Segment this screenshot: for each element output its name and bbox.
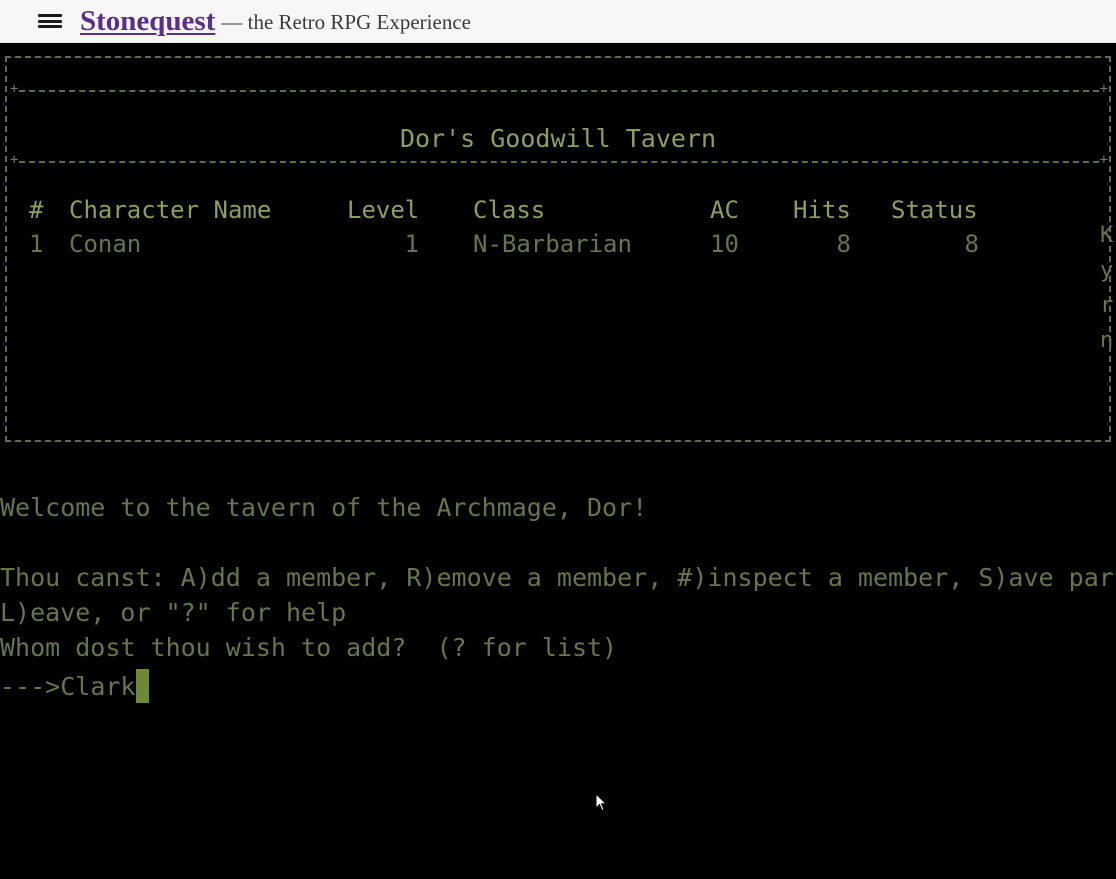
- divider-top: [10, 81, 1108, 97]
- question-message: Whom dost thou wish to add? (? for list): [0, 633, 618, 662]
- tavern-title: Dor's Goodwill Tavern: [399, 124, 717, 153]
- table-row: 1 Conan 1 N-Barbarian 10 8 8: [7, 230, 1113, 264]
- character-hits: 8: [836, 230, 851, 258]
- character-class: N-Barbarian: [473, 230, 632, 258]
- column-header-level: Level: [347, 196, 420, 224]
- tavern-panel: Dor's Goodwill Tavern # Character Name L…: [5, 56, 1111, 442]
- character-level: 1: [404, 230, 419, 258]
- options-line-1: Thou canst: A)dd a member, R)emove a mem…: [0, 563, 1116, 592]
- top-bar: Stonequest — the Retro RPG Experience: [0, 0, 1116, 43]
- column-header-name: Character Name: [69, 196, 272, 224]
- welcome-message: Welcome to the tavern of the Archmage, D…: [0, 493, 648, 522]
- message-area: Welcome to the tavern of the Archmage, D…: [0, 493, 1116, 667]
- divider-bottom: [10, 152, 1108, 168]
- column-header-ac: AC: [710, 196, 739, 224]
- text-cursor: [136, 669, 150, 703]
- table-header-row: # Character Name Level Class AC Hits Sta…: [7, 196, 1113, 230]
- party-table: # Character Name Level Class AC Hits Sta…: [7, 196, 1113, 264]
- command-prompt[interactable]: ---> Clark: [0, 669, 150, 703]
- column-header-class: Class: [473, 196, 546, 224]
- command-input[interactable]: Clark: [60, 672, 135, 701]
- character-name: Conan: [69, 230, 142, 258]
- character-status: 8: [964, 230, 979, 258]
- character-ac: 10: [710, 230, 739, 258]
- brand-link[interactable]: Stonequest: [80, 5, 215, 38]
- column-header-status: Status: [891, 196, 978, 224]
- column-header-number: #: [29, 196, 44, 224]
- side-char: n: [1100, 328, 1114, 353]
- side-char: K: [1100, 223, 1114, 248]
- prompt-arrow: --->: [0, 671, 61, 701]
- clipped-side-text: K y r n: [1100, 218, 1116, 358]
- side-char: y: [1100, 258, 1114, 283]
- column-header-hits: Hits: [793, 196, 851, 224]
- row-number: 1: [29, 230, 44, 258]
- mouse-pointer-icon: [595, 793, 608, 812]
- hamburger-menu-icon[interactable]: [38, 11, 64, 31]
- options-line-2: L)eave, or "?" for help: [0, 598, 347, 627]
- side-char: r: [1100, 293, 1114, 318]
- game-screen[interactable]: Dor's Goodwill Tavern # Character Name L…: [0, 43, 1116, 879]
- tagline: — the Retro RPG Experience: [221, 9, 471, 34]
